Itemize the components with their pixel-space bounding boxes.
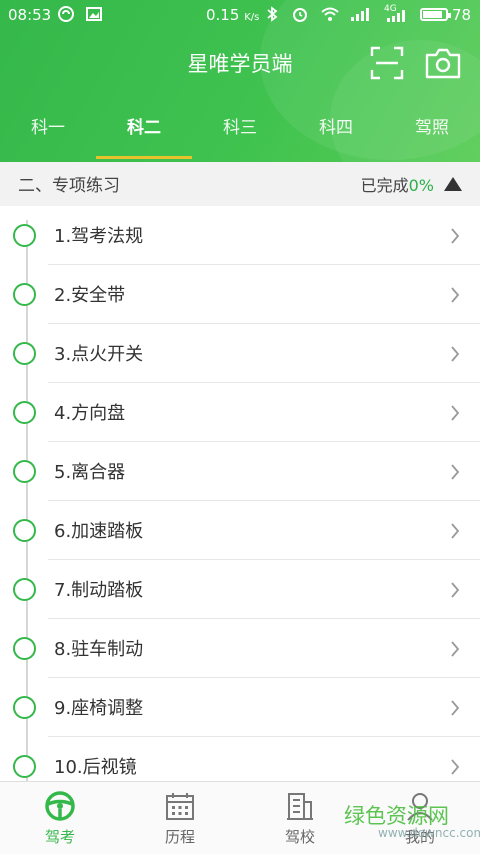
camera-icon[interactable]: [424, 46, 462, 80]
progress-status: 已完成0%: [360, 176, 434, 195]
list-item-label: 4.方向盘: [54, 403, 126, 424]
chevron-right-icon: [451, 228, 460, 244]
progress-circle-icon: [13, 283, 36, 306]
page-title: 星唯学员端: [187, 52, 293, 76]
list-item[interactable]: 8.驻车制动: [0, 619, 480, 678]
progress-circle-icon: [13, 637, 36, 660]
list-item-label: 6.加速踏板: [54, 521, 144, 542]
list-item[interactable]: 6.加速踏板: [0, 501, 480, 560]
tab-license[interactable]: 驾照: [384, 104, 480, 162]
watermark: 绿色资源网 www.downcc.com: [344, 800, 480, 850]
list-item[interactable]: 5.离合器: [0, 442, 480, 501]
battery-icon: [420, 8, 451, 21]
app-notification-icon: [58, 6, 74, 22]
bluetooth-icon: [267, 6, 278, 22]
progress-circle-icon: [13, 224, 36, 247]
list-item[interactable]: 3.点火开关: [0, 324, 480, 383]
calendar-icon: [166, 793, 194, 820]
practice-list: 1.驾考法规 2.安全带 3.点火开关 4.方向盘 5.离合器 6.加速踏板 7.制动踏板 8…: [0, 206, 480, 781]
status-time: 08:53: [8, 6, 52, 24]
watermark-url: www.downcc.com: [378, 826, 480, 840]
signal-icon-2: [387, 10, 405, 22]
list-item-label: 2.安全带: [54, 285, 126, 306]
app-header: 08:53 0.15 K/s 4G 78 星唯学员端 科一 科二 科三 科四 驾…: [0, 0, 480, 162]
chevron-right-icon: [451, 759, 460, 775]
tab-subject-2[interactable]: 科二: [96, 104, 192, 162]
battery-level: 78: [452, 6, 472, 24]
list-item[interactable]: 1.驾考法规: [0, 206, 480, 265]
list-item[interactable]: 9.座椅调整: [0, 678, 480, 737]
network-speed: 0.15 K/s: [206, 6, 260, 24]
progress-circle-icon: [13, 696, 36, 719]
chevron-right-icon: [451, 582, 460, 598]
chevron-right-icon: [451, 523, 460, 539]
progress-circle-icon: [13, 460, 36, 483]
image-notification-icon: [86, 7, 102, 21]
progress-circle-icon: [13, 578, 36, 601]
chevron-right-icon: [451, 464, 460, 480]
progress-circle-icon: [13, 401, 36, 424]
list-item-label: 9.座椅调整: [54, 698, 144, 719]
chevron-right-icon: [451, 641, 460, 657]
progress-circle-icon: [13, 755, 36, 778]
list-item-label: 8.驻车制动: [54, 639, 144, 660]
status-bar: 08:53 0.15 K/s 4G 78: [0, 0, 480, 30]
list-item[interactable]: 4.方向盘: [0, 383, 480, 442]
progress-circle-icon: [13, 519, 36, 542]
subject-tabs: 科一 科二 科三 科四 驾照: [0, 104, 480, 162]
steering-wheel-icon: [45, 791, 75, 821]
alarm-icon: [293, 8, 307, 22]
progress-circle-icon: [13, 342, 36, 365]
tab-indicator: [96, 156, 192, 159]
list-item-label: 7.制动踏板: [54, 580, 144, 601]
collapse-triangle-icon[interactable]: [443, 175, 463, 193]
scan-icon[interactable]: [370, 46, 404, 80]
list-item-label: 10.后视镜: [54, 757, 137, 778]
progress-percent: 0%: [408, 176, 434, 195]
tab-subject-1[interactable]: 科一: [0, 104, 96, 162]
chevron-right-icon: [451, 346, 460, 362]
chevron-right-icon: [451, 700, 460, 716]
section-title: 二、专项练习: [18, 176, 120, 196]
list-item[interactable]: 2.安全带: [0, 265, 480, 324]
nav-history[interactable]: 历程: [120, 782, 240, 854]
list-item-label: 3.点火开关: [54, 344, 144, 365]
signal-icon: [351, 8, 369, 21]
chevron-right-icon: [451, 405, 460, 421]
list-item-label: 5.离合器: [54, 462, 126, 483]
tab-subject-4[interactable]: 科四: [288, 104, 384, 162]
nav-driving-test[interactable]: 驾考: [0, 782, 120, 854]
list-item[interactable]: 10.后视镜: [0, 737, 480, 781]
list-item-label: 1.驾考法规: [54, 226, 144, 247]
chevron-right-icon: [451, 287, 460, 303]
list-item[interactable]: 7.制动踏板: [0, 560, 480, 619]
nav-driving-school[interactable]: 驾校: [240, 782, 360, 854]
building-icon: [287, 793, 313, 820]
tab-subject-3[interactable]: 科三: [192, 104, 288, 162]
wifi-icon: [321, 7, 339, 21]
section-header[interactable]: 二、专项练习 已完成0%: [0, 162, 480, 206]
